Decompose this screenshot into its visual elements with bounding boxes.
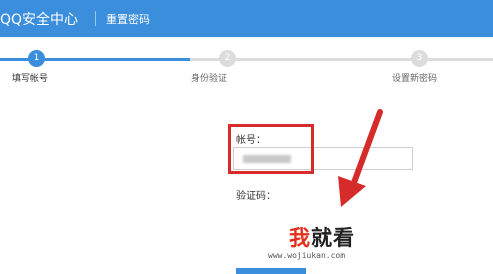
captcha-label: 验证码： [236,191,276,202]
watermark-url: www.wojiukan.com [268,251,346,260]
next-button[interactable] [236,268,306,274]
annotation-arrow-icon [338,109,383,207]
watermark-black-chars: 就看 [311,226,355,250]
watermark-red-char: 我 [289,226,311,250]
watermark-logo: 我就看 [289,222,355,252]
